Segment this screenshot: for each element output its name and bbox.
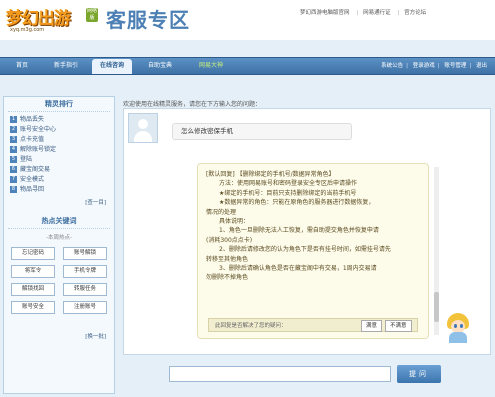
keyword-button[interactable]: 忘记密码 — [11, 247, 55, 260]
avatar-head-shape — [138, 119, 148, 129]
answer-line: 转移至其他角色 — [206, 255, 249, 263]
logo-text: 梦幻出游 — [6, 9, 71, 29]
rating-prompt: 此回复是否解决了您的疑问： — [215, 323, 287, 329]
rank-item[interactable]: 7 安全模式 — [10, 175, 114, 185]
rank-item-label: 物品寻回 — [20, 186, 45, 193]
scroll-thumb[interactable] — [434, 292, 439, 322]
rank-item-label: 点卡充值 — [20, 136, 45, 143]
keyword-button[interactable]: 账号安全 — [11, 301, 55, 314]
rate-unsatisfied-button[interactable]: 不满意 — [385, 320, 412, 332]
rank-more-link[interactable]: [查一目] — [4, 198, 106, 206]
nav-online-consult[interactable]: 在线咨询 — [92, 59, 132, 74]
rank-number: 8 — [10, 186, 17, 193]
site-logo[interactable]: 梦幻出游 网络版 xyq.m3g.com — [6, 4, 98, 38]
nav-link-announcement[interactable]: 系统公告 — [381, 63, 403, 69]
keyword-grid: 忘记密码 账号解锁 将军令 手机令牌 解锁找回 转服任务 账号安全 注册账号 — [11, 247, 114, 314]
header-link-forum[interactable]: 官方论坛 — [404, 10, 426, 16]
rank-item-label: 解除账号锁定 — [20, 146, 57, 153]
answer-line: ★绑定的手机号：目前只支持删除绑定的当前手机号 — [219, 189, 357, 197]
answer-line: (消耗300点点卡) — [206, 236, 253, 244]
keyword-button[interactable]: 将军令 — [11, 265, 55, 278]
divider: | — [356, 10, 359, 16]
keyword-subtitle: -本周热点- — [46, 235, 72, 241]
rank-title: 精灵排行 — [8, 97, 110, 112]
answer-line: 2、删除后请修改您的认为角色下是否有挂号时间，如需挂号请先 — [219, 246, 391, 254]
sidebar: 精灵排行 1 物品丢失 2 账号安全中心 3 点卡充值 4 解除账号锁定 5 登陆 6 藏宝… — [3, 96, 115, 394]
rank-number: 6 — [10, 166, 17, 173]
keyword-more-link[interactable]: [换一批] — [4, 332, 106, 340]
rating-bar: 此回复是否解决了您的疑问： 满意 不满意 — [208, 318, 418, 332]
rank-item-label: 登陆 — [20, 156, 33, 163]
chat-window[interactable]: 怎么修改密保手机 [默认回复] 【删除绑定的手机号/数据异常角色】 方法：使用网… — [123, 108, 491, 355]
keyword-button[interactable]: 转服任务 — [63, 283, 107, 296]
nav-right-links: 系统公告 | 登录游戏 | 账号管理 | 退出 — [381, 58, 487, 74]
header: 梦幻出游 网络版 xyq.m3g.com 客服专区 梦幻西游电脑版官网 | 网易通… — [0, 0, 495, 40]
rank-number: 1 — [10, 116, 17, 123]
avatar-body-shape — [449, 332, 467, 343]
question-input[interactable] — [169, 366, 391, 382]
keyword-button[interactable]: 解锁找回 — [11, 283, 55, 296]
divider: | — [397, 10, 400, 16]
rank-item[interactable]: 4 解除账号锁定 — [10, 145, 114, 155]
keyword-title: 热点关键词 — [8, 214, 110, 229]
answer-line: 3、删除后请确认角色是否在藏宝阁中有交易，1周内交易请 — [219, 265, 377, 273]
chat-panel: 欢迎使用在线精灵服务，请您在下方输入您的问题： 怎么修改密保手机 [默认回复] … — [123, 96, 491, 392]
rank-item-label: 藏宝阁交易 — [20, 166, 51, 173]
nav-self-help[interactable]: 自助宝典 — [140, 58, 180, 74]
user-avatar — [128, 113, 158, 143]
rank-item-label: 账号安全中心 — [20, 126, 57, 133]
answer-scrollbar[interactable] — [434, 167, 439, 335]
nav-home[interactable]: 首页 — [10, 58, 34, 74]
rank-item[interactable]: 6 藏宝阁交易 — [10, 165, 114, 175]
avatar-eye-shape — [460, 324, 463, 328]
divider: | — [437, 63, 440, 69]
nav-link-logout[interactable]: 退出 — [476, 63, 487, 69]
avatar-eye-shape — [454, 324, 457, 328]
rank-list: 1 物品丢失 2 账号安全中心 3 点卡充值 4 解除账号锁定 5 登陆 6 藏宝阁交易 7… — [10, 115, 114, 195]
nav-newbie-guide[interactable]: 新手指引 — [48, 58, 84, 74]
rank-number: 4 — [10, 146, 17, 153]
rank-item-label: 安全模式 — [20, 176, 45, 183]
main-nav: 首页 新手指引 在线咨询 自助宝典 网易大神 系统公告 | 登录游戏 | 账号管理 |… — [0, 57, 495, 75]
rank-item[interactable]: 1 物品丢失 — [10, 115, 114, 125]
answer-line: 情况的处理 — [206, 208, 237, 216]
rank-item-label: 物品丢失 — [20, 116, 45, 123]
logo-url: xyq.m3g.com — [10, 27, 45, 33]
answer-line: 方法：使用网易账号和密码登录安全专区后申请操作 — [219, 180, 358, 188]
avatar-body-shape — [134, 131, 152, 142]
rank-number: 3 — [10, 136, 17, 143]
rank-number: 7 — [10, 176, 17, 183]
answer-line: [默认回复] 【删除绑定的手机号/数据异常角色】 — [206, 171, 335, 178]
logo-tag: 网络版 — [86, 8, 98, 22]
assistant-avatar — [444, 313, 472, 343]
answer-line: 具体说明： — [219, 218, 250, 226]
nav-link-account[interactable]: 账号管理 — [444, 63, 466, 69]
rank-number: 2 — [10, 126, 17, 133]
header-links: 梦幻西游电脑版官网 | 网易通行证 | 官方论坛 — [300, 8, 430, 16]
keyword-button[interactable]: 账号解锁 — [63, 247, 107, 260]
nav-link-login[interactable]: 登录游戏 — [413, 63, 435, 69]
header-link-official[interactable]: 梦幻西游电脑版官网 — [300, 10, 350, 16]
chat-hint: 欢迎使用在线精灵服务，请您在下方输入您的问题： — [123, 101, 262, 108]
question-bubble: 怎么修改密保手机 — [172, 123, 352, 140]
rank-number: 5 — [10, 156, 17, 163]
rank-item[interactable]: 2 账号安全中心 — [10, 125, 114, 135]
divider: | — [469, 63, 472, 69]
rank-item[interactable]: 5 登陆 — [10, 155, 114, 165]
keyword-button[interactable]: 注册账号 — [63, 301, 107, 314]
header-link-passport[interactable]: 网易通行证 — [363, 10, 391, 16]
answer-line: 勿删除不掉角色 — [206, 274, 249, 282]
answer-line: 1、角色一旦删除无法人工恢复，需自助提交角色并恢复申请 — [219, 227, 379, 235]
divider: | — [406, 63, 408, 69]
rate-satisfied-button[interactable]: 满意 — [361, 320, 383, 332]
keyword-button[interactable]: 手机令牌 — [63, 265, 107, 278]
rank-item[interactable]: 3 点卡充值 — [10, 135, 114, 145]
ask-button[interactable]: 提问 — [397, 365, 441, 383]
rank-item[interactable]: 8 物品寻回 — [10, 185, 114, 195]
page-title: 客服专区 — [106, 8, 190, 32]
answer-line: ★数据异常的角色：只能在原角色的服务器进行数据恢复， — [219, 199, 375, 207]
answer-bubble: [默认回复] 【删除绑定的手机号/数据异常角色】 方法：使用网易账号和密码登录安… — [197, 163, 429, 339]
ask-row: 提问 — [123, 365, 489, 385]
nav-netease-dashen[interactable]: 网易大神 — [192, 58, 230, 74]
